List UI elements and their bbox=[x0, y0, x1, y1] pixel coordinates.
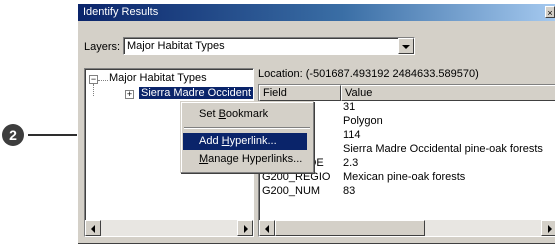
layers-dropdown-button[interactable] bbox=[398, 38, 414, 54]
close-icon: × bbox=[547, 8, 553, 18]
arrow-right-icon bbox=[548, 225, 552, 233]
identify-results-window: Identify Results × Layers: Major Habitat… bbox=[77, 3, 555, 244]
menu-item-manage-hyperlinks[interactable]: Manage Hyperlinks... bbox=[183, 151, 307, 168]
table-horizontal-scrollbar[interactable] bbox=[259, 220, 555, 236]
arrow-left-icon bbox=[265, 225, 269, 233]
location-readout: Location: (-501687.493192 2484633.589570… bbox=[258, 68, 555, 84]
chevron-down-icon bbox=[402, 45, 410, 49]
callout-badge: 2 bbox=[2, 124, 24, 146]
tree-connector-line bbox=[98, 80, 108, 81]
column-header-value[interactable]: Value bbox=[341, 85, 555, 101]
tree-connector-vertical bbox=[93, 84, 94, 96]
location-text: Location: (-501687.493192 2484633.589570… bbox=[258, 68, 479, 80]
window-title: Identify Results bbox=[83, 6, 159, 18]
table-scroll-left-button[interactable] bbox=[259, 220, 275, 236]
table-scroll-right-button[interactable] bbox=[541, 220, 555, 236]
tree-child-toggle[interactable]: + bbox=[125, 90, 134, 99]
menu-item-add-hyperlink[interactable]: Add Hyperlink... bbox=[183, 133, 307, 150]
layers-dropdown[interactable]: Major Habitat Types bbox=[123, 37, 415, 55]
callout-number: 2 bbox=[9, 127, 17, 143]
table-row[interactable]: G200_REGIO Mexican pine-oak forests bbox=[259, 171, 555, 185]
layers-dropdown-value: Major Habitat Types bbox=[127, 40, 225, 52]
close-button[interactable]: × bbox=[545, 6, 555, 18]
context-menu: Set Bookmark Add Hyperlink... Manage Hyp… bbox=[180, 101, 314, 173]
tree-root-toggle[interactable]: − bbox=[89, 75, 98, 84]
expand-icon: + bbox=[126, 89, 133, 99]
menu-separator bbox=[184, 127, 310, 129]
arrow-right-icon bbox=[244, 225, 248, 233]
tree-scroll-left-button[interactable] bbox=[85, 220, 101, 236]
tree-horizontal-scrollbar[interactable] bbox=[85, 220, 253, 236]
title-bar[interactable]: Identify Results × bbox=[78, 4, 555, 21]
table-scroll-thumb[interactable] bbox=[275, 220, 425, 236]
tree-root-label[interactable]: Major Habitat Types bbox=[109, 72, 207, 84]
tree-child-label[interactable]: Sierra Madre Occident bbox=[139, 87, 254, 99]
menu-item-set-bookmark[interactable]: Set Bookmark bbox=[183, 106, 307, 123]
arrow-left-icon bbox=[91, 225, 95, 233]
tree-scroll-right-button[interactable] bbox=[237, 220, 253, 236]
table-row[interactable]: G200_NUM 83 bbox=[259, 185, 555, 199]
layers-label: Layers: bbox=[84, 41, 121, 53]
column-header-field[interactable]: Field bbox=[259, 85, 341, 101]
collapse-icon: − bbox=[90, 74, 97, 84]
